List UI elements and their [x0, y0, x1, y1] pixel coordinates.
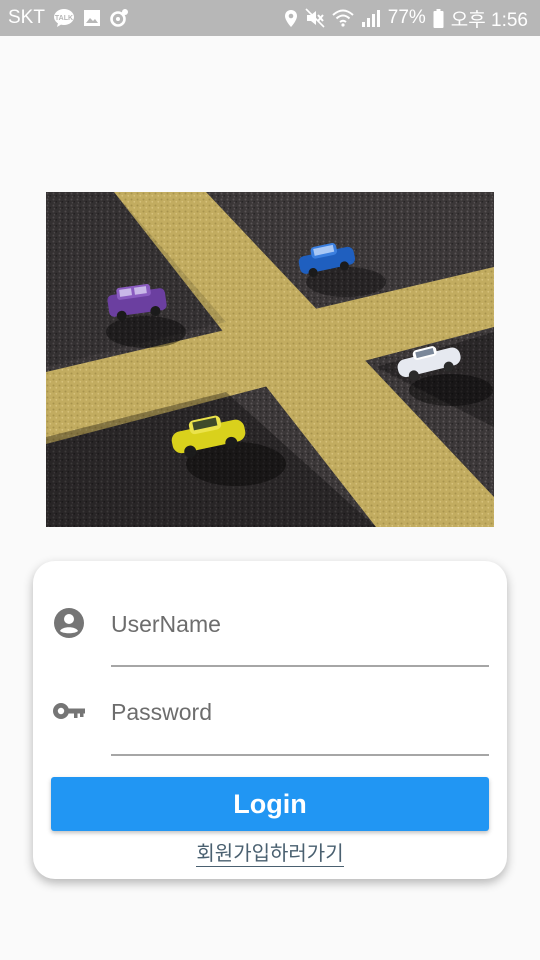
- sync-icon: [109, 8, 129, 28]
- login-card: Login 회원가입하러가기: [33, 561, 507, 879]
- mute-icon: [305, 8, 325, 28]
- signal-icon: [361, 9, 381, 27]
- hero-image: [46, 192, 494, 527]
- login-button[interactable]: Login: [51, 777, 489, 831]
- status-bar-right: 77% 오후 1:56: [284, 0, 528, 36]
- status-bar: SKT TALK 77% 오후 1:56: [0, 0, 540, 36]
- status-bar-left: SKT TALK: [8, 0, 129, 36]
- clock: 오후 1:56: [450, 9, 528, 31]
- account-circle-icon: [52, 606, 86, 640]
- svg-text:TALK: TALK: [55, 15, 73, 22]
- location-icon: [284, 9, 298, 28]
- password-underline: [111, 754, 489, 756]
- carrier-label: SKT: [8, 7, 45, 28]
- talk-icon: TALK: [53, 8, 75, 28]
- gallery-icon: [83, 9, 101, 27]
- password-input[interactable]: [111, 696, 487, 728]
- signup-link[interactable]: 회원가입하러가기: [196, 843, 344, 867]
- key-icon: [51, 699, 87, 723]
- battery-icon: [433, 8, 444, 28]
- username-underline: [111, 665, 489, 667]
- battery-percent: 77%: [387, 7, 426, 28]
- wifi-icon: [332, 9, 354, 27]
- username-input[interactable]: [111, 608, 487, 640]
- signup-link-container: 회원가입하러가기: [33, 837, 507, 867]
